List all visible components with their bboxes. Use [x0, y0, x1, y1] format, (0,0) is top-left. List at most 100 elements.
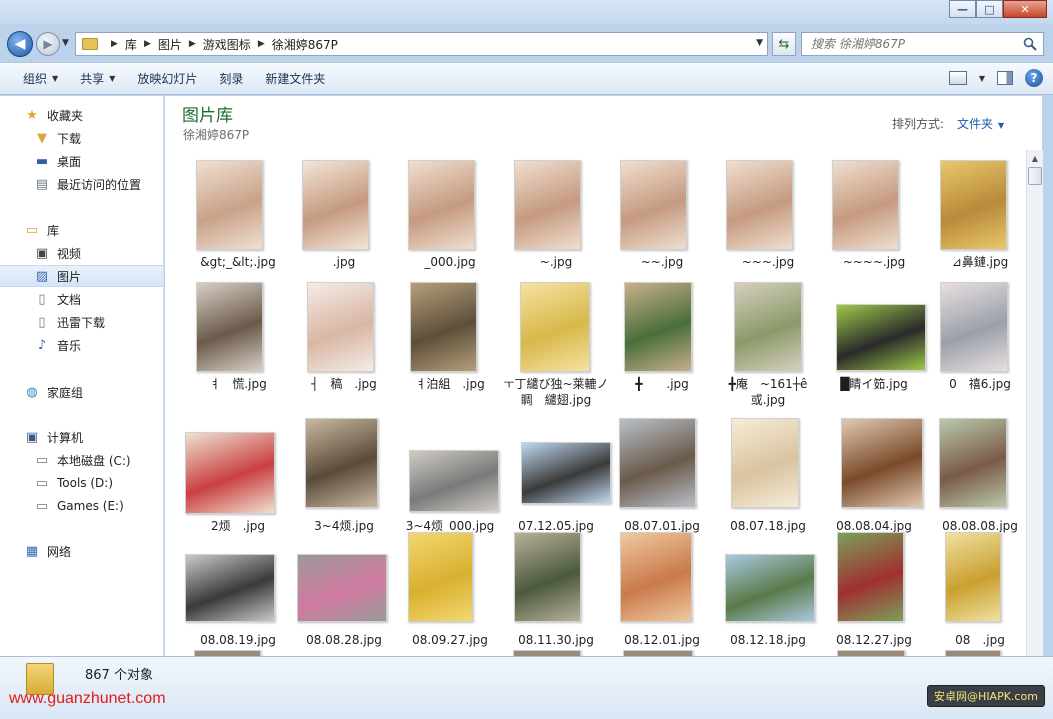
chevron-down-icon[interactable]: ▼ — [979, 74, 985, 83]
file-item[interactable]: 08.07.18.jpg — [715, 414, 821, 542]
breadcrumb-current-folder[interactable]: 徐湘婷867P — [272, 36, 338, 53]
nav-drive-e[interactable]: ▭ Games (E:) — [0, 495, 163, 517]
search-box[interactable] — [801, 32, 1044, 56]
recent-pages-button[interactable]: ▼ — [62, 38, 69, 48]
nav-xunlei[interactable]: ▯ 迅雷下载 — [0, 311, 163, 333]
file-item[interactable]: 2烦 .jpg — [185, 414, 291, 542]
file-item[interactable]: .jpg — [291, 152, 397, 280]
file-name[interactable]: ~~~.jpg — [715, 254, 821, 270]
file-item[interactable]: ┤ 稿 .jpg — [291, 278, 397, 406]
file-name[interactable]: ~~.jpg — [609, 254, 715, 270]
file-thumbnail[interactable] — [408, 160, 475, 250]
file-item[interactable]: _000.jpg — [397, 152, 503, 280]
nav-computer[interactable]: ▣ 计算机 — [0, 426, 163, 448]
file-thumbnail[interactable] — [409, 450, 499, 512]
file-thumbnail[interactable] — [945, 532, 1001, 622]
file-item[interactable]: 08.11.30.jpg — [503, 532, 609, 656]
file-thumbnail[interactable] — [196, 160, 263, 250]
file-item[interactable]: 07.12.05.jpg — [503, 414, 611, 542]
minimize-button[interactable]: — — [949, 0, 976, 18]
scroll-up-icon[interactable]: ▲ — [1027, 150, 1043, 167]
address-bar[interactable]: ▶ 库 ▶ 图片 ▶ 游戏图标 ▶ 徐湘婷867P ▼ — [75, 32, 768, 56]
file-item[interactable]: ⊿鼻鏈.jpg — [927, 152, 1033, 280]
nav-favorites[interactable]: ★ 收藏夹 — [0, 104, 163, 126]
file-name[interactable]: _000.jpg — [397, 254, 503, 270]
file-item[interactable]: 08.12.18.jpg — [715, 532, 821, 656]
file-item[interactable]: ㅜ丁繾び独~莱轆ノ睭 繾翅.jpg — [503, 278, 609, 408]
file-name[interactable]: ╋ .jpg — [609, 376, 715, 392]
address-dropdown-icon[interactable]: ▼ — [756, 38, 763, 48]
file-name[interactable]: 08.12.01.jpg — [609, 632, 715, 648]
help-icon[interactable]: ? — [1025, 69, 1043, 87]
new-folder-button[interactable]: 新建文件夹 — [254, 67, 336, 91]
file-item[interactable]: ㅕ 慌.jpg — [185, 278, 291, 406]
file-name[interactable]: 08.08.28.jpg — [291, 632, 397, 648]
file-thumbnail[interactable] — [305, 418, 378, 508]
file-name[interactable]: ╋庵 ~161┼ê或.jpg — [715, 376, 821, 408]
file-item[interactable]: 3~4烦_000.jpg — [397, 414, 503, 542]
preview-pane-icon[interactable] — [997, 71, 1013, 85]
file-item[interactable]: ╋ .jpg — [609, 278, 715, 406]
file-thumbnail[interactable] — [408, 532, 473, 622]
file-item[interactable]: ㅕ泊組 .jpg — [397, 278, 503, 406]
file-item[interactable]: 08.08.08.jpg — [927, 414, 1033, 542]
file-name[interactable]: █睛イ筎.jpg — [821, 376, 927, 392]
close-button[interactable]: ✕ — [1003, 0, 1047, 18]
breadcrumb-separator-icon[interactable]: ▶ — [258, 39, 265, 49]
breadcrumb-separator-icon[interactable]: ▶ — [111, 39, 118, 49]
file-item[interactable]: 08.09.27.jpg — [397, 532, 503, 656]
file-thumbnail[interactable] — [620, 532, 692, 622]
file-name[interactable]: 08.12.27.jpg — [821, 632, 927, 648]
nav-desktop[interactable]: ▬ 桌面 — [0, 150, 163, 172]
file-name[interactable]: ┤ 稿 .jpg — [291, 376, 397, 392]
nav-downloads[interactable]: ▼ 下载 — [0, 127, 163, 149]
file-item[interactable]: ~~~.jpg — [715, 152, 821, 280]
breadcrumb-separator-icon[interactable]: ▶ — [189, 39, 196, 49]
file-item[interactable]: ╋庵 ~161┼ê或.jpg — [715, 278, 821, 408]
file-thumbnail[interactable] — [514, 160, 581, 250]
file-item[interactable]: 08.12.27.jpg — [821, 532, 927, 656]
file-item[interactable]: 0 禧6.jpg — [927, 278, 1033, 406]
nav-music[interactable]: ♪ 音乐 — [0, 334, 163, 356]
nav-pictures[interactable]: ▨ 图片 — [0, 265, 163, 287]
file-thumbnail[interactable] — [624, 282, 692, 372]
file-item[interactable]: 08 .jpg — [927, 532, 1033, 656]
breadcrumb-game-icons[interactable]: 游戏图标 — [203, 36, 251, 53]
file-thumbnail[interactable] — [307, 282, 374, 372]
file-thumbnail[interactable] — [620, 160, 687, 250]
file-thumbnail[interactable] — [185, 554, 275, 622]
arrange-by-dropdown[interactable]: 文件夹 ▼ — [957, 115, 1004, 132]
file-thumbnail[interactable] — [940, 282, 1008, 372]
search-input[interactable] — [811, 37, 1016, 51]
file-thumbnail[interactable] — [832, 160, 899, 250]
burn-button[interactable]: 刻录 — [208, 67, 254, 91]
file-item[interactable]: ~~.jpg — [609, 152, 715, 280]
slideshow-button[interactable]: 放映幻灯片 — [126, 67, 208, 91]
file-thumbnail[interactable] — [520, 282, 590, 372]
file-item[interactable]: 08.07.01.jpg — [609, 414, 715, 542]
back-button[interactable]: ◀ — [7, 31, 33, 57]
file-thumbnail[interactable] — [196, 282, 263, 372]
change-view-icon[interactable] — [948, 71, 967, 85]
nav-homegroup[interactable]: ◍ 家庭组 — [0, 381, 163, 403]
vertical-scrollbar[interactable]: ▲ — [1026, 150, 1043, 656]
file-thumbnail[interactable] — [185, 432, 275, 514]
file-item[interactable]: &gt;_&lt;.jpg — [185, 152, 291, 280]
file-thumbnail[interactable] — [725, 554, 815, 622]
file-thumbnail[interactable] — [940, 160, 1007, 250]
breadcrumb-libraries[interactable]: 库 — [125, 36, 137, 53]
breadcrumb-pictures[interactable]: 图片 — [158, 36, 182, 53]
file-name[interactable]: ㅜ丁繾び独~莱轆ノ睭 繾翅.jpg — [503, 376, 609, 408]
file-thumbnail[interactable] — [734, 282, 802, 372]
file-thumbnail[interactable] — [410, 282, 477, 372]
file-thumbnail[interactable] — [939, 418, 1007, 508]
file-thumbnail[interactable] — [297, 554, 387, 622]
share-menu[interactable]: 共享 ▼ — [69, 67, 126, 91]
file-thumbnail[interactable] — [521, 442, 611, 504]
file-thumbnail[interactable] — [731, 418, 799, 508]
file-name[interactable]: 08.09.27.jpg — [397, 632, 503, 648]
file-name[interactable]: ~.jpg — [503, 254, 609, 270]
file-name[interactable]: ~~~~.jpg — [821, 254, 927, 270]
nav-drive-d[interactable]: ▭ Tools (D:) — [0, 472, 163, 494]
nav-documents[interactable]: ▯ 文档 — [0, 288, 163, 310]
